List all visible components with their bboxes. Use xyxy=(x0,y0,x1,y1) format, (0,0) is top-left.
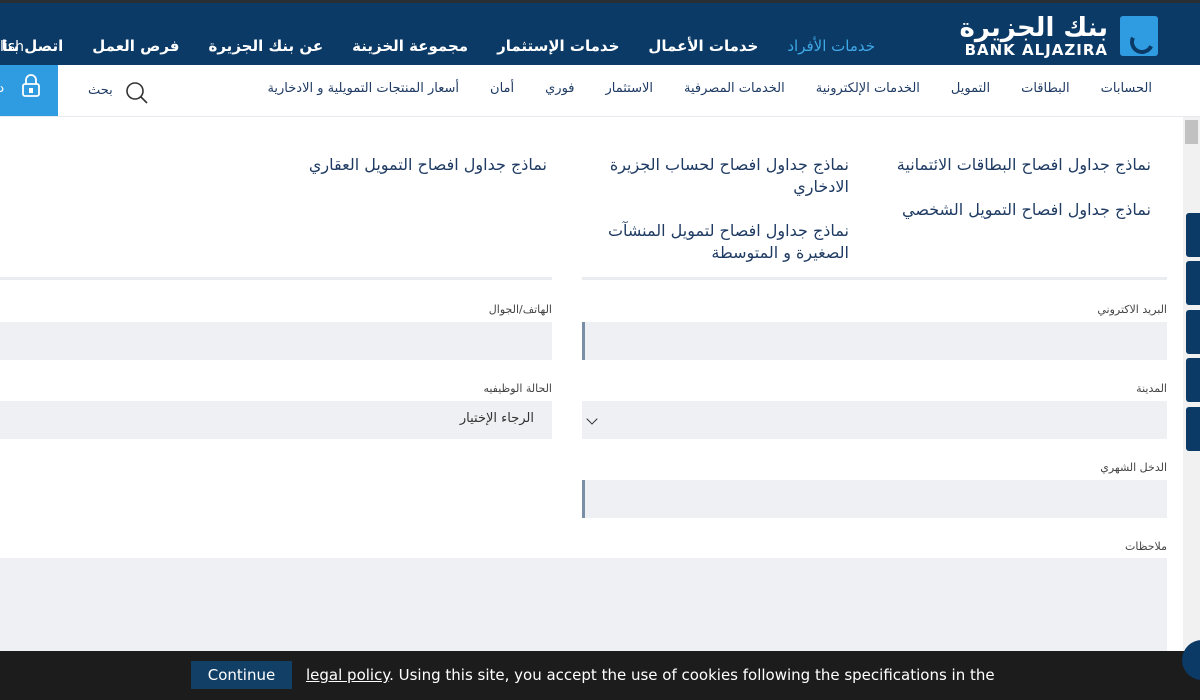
logo-mark-icon xyxy=(1120,16,1158,56)
city-label: المدينة xyxy=(1136,382,1167,395)
subnav-cards[interactable]: البطاقات xyxy=(1021,81,1070,96)
side-tab-3[interactable] xyxy=(1186,310,1200,354)
nav-individual-services[interactable]: خدمات الأفراد xyxy=(787,37,875,55)
legal-policy-link[interactable]: legal policy xyxy=(306,666,389,684)
chevron-down-icon xyxy=(586,413,598,425)
primary-nav: خدمات الأفراد خدمات الأعمال خدمات الإستث… xyxy=(2,37,875,55)
subnav-fawri[interactable]: فوري xyxy=(545,81,574,96)
employment-select[interactable]: الرجاء الإختيار xyxy=(0,401,552,439)
nav-business-services[interactable]: خدمات الأعمال xyxy=(648,37,758,55)
side-tab-5[interactable] xyxy=(1186,407,1200,451)
notes-textarea[interactable] xyxy=(0,558,1167,653)
top-navigation-bar: بنك الجزيرة BANK ALJAZIRA خدمات الأفراد … xyxy=(0,0,1200,65)
section-divider-left xyxy=(0,277,552,280)
link-credit-cards-disclosure[interactable]: نماذج جداول افصاح البطاقات الائتمانية xyxy=(831,154,1151,176)
nav-about-bank[interactable]: عن بنك الجزيرة xyxy=(209,37,324,55)
secondary-nav-items: الحسابات البطاقات التمويل الخدمات الإلكت… xyxy=(267,81,1152,96)
side-tab-1[interactable] xyxy=(1186,213,1200,257)
subnav-finance[interactable]: التمويل xyxy=(951,81,990,96)
bank-logo[interactable]: بنك الجزيرة BANK ALJAZIRA xyxy=(959,13,1158,61)
login-label: دخ xyxy=(0,81,5,96)
city-select[interactable] xyxy=(582,401,1167,439)
secondary-navigation-bar: الحسابات البطاقات التمويل الخدمات الإلكت… xyxy=(0,65,1200,117)
logo-arabic-text: بنك الجزيرة xyxy=(959,13,1108,43)
language-switch[interactable]: lish xyxy=(0,39,24,55)
subnav-investment[interactable]: الاستثمار xyxy=(606,81,654,96)
subnav-accounts[interactable]: الحسابات xyxy=(1101,81,1152,96)
search-label[interactable]: بحث xyxy=(88,83,113,98)
link-real-estate-disclosure[interactable]: نماذج جداول افصاح التمويل العقاري xyxy=(247,154,547,176)
income-label: الدخل الشهري xyxy=(1100,461,1167,474)
subnav-banking-services[interactable]: الخدمات المصرفية xyxy=(684,81,785,96)
side-tab-2[interactable] xyxy=(1186,261,1200,305)
cookie-continue-button[interactable]: Continue xyxy=(191,661,292,689)
monthly-income-field[interactable] xyxy=(582,480,1167,518)
side-tab-4[interactable] xyxy=(1186,358,1200,402)
link-personal-finance-disclosure[interactable]: نماذج جداول افصاح التمويل الشخصي xyxy=(831,199,1151,221)
nav-investment-services[interactable]: خدمات الإستثمار xyxy=(497,37,619,55)
cookie-message: legal policy. Using this site, you accep… xyxy=(306,666,995,684)
link-savings-account-disclosure[interactable]: نماذج جداول افصاح لحساب الجزيرة الادخاري xyxy=(599,154,849,198)
login-button[interactable]: دخ xyxy=(0,65,58,116)
cookie-consent-bar: Continue legal policy. Using this site, … xyxy=(0,651,1200,700)
phone-label: الهاتف/الجوال xyxy=(488,303,552,316)
subnav-aman[interactable]: أمان xyxy=(490,81,514,96)
search-icon[interactable] xyxy=(125,81,149,105)
scrollbar-thumb[interactable] xyxy=(1185,120,1198,144)
notes-label: ملاحظات xyxy=(1125,540,1167,553)
employment-label: الحالة الوظيفيه xyxy=(483,382,552,395)
employment-selected-value: الرجاء الإختيار xyxy=(459,411,534,426)
link-sme-finance-disclosure[interactable]: نماذج جداول افصاح لتمويل المنشآت الصغيرة… xyxy=(589,220,849,264)
phone-field[interactable] xyxy=(0,322,552,360)
section-divider-right xyxy=(582,277,1167,280)
subnav-product-rates[interactable]: أسعار المنتجات التمويلية و الادخارية xyxy=(267,81,459,96)
nav-careers[interactable]: فرص العمل xyxy=(92,37,179,55)
logo-english-text: BANK ALJAZIRA xyxy=(964,41,1108,59)
email-label: البريد الاكتروني xyxy=(1097,303,1167,316)
email-field[interactable] xyxy=(582,322,1167,360)
cookie-message-text: Using this site, you accept the use of c… xyxy=(398,666,995,684)
nav-treasury-group[interactable]: مجموعة الخزينة xyxy=(352,37,468,55)
subnav-e-services[interactable]: الخدمات الإلكترونية xyxy=(816,81,920,96)
lock-icon xyxy=(22,74,40,97)
